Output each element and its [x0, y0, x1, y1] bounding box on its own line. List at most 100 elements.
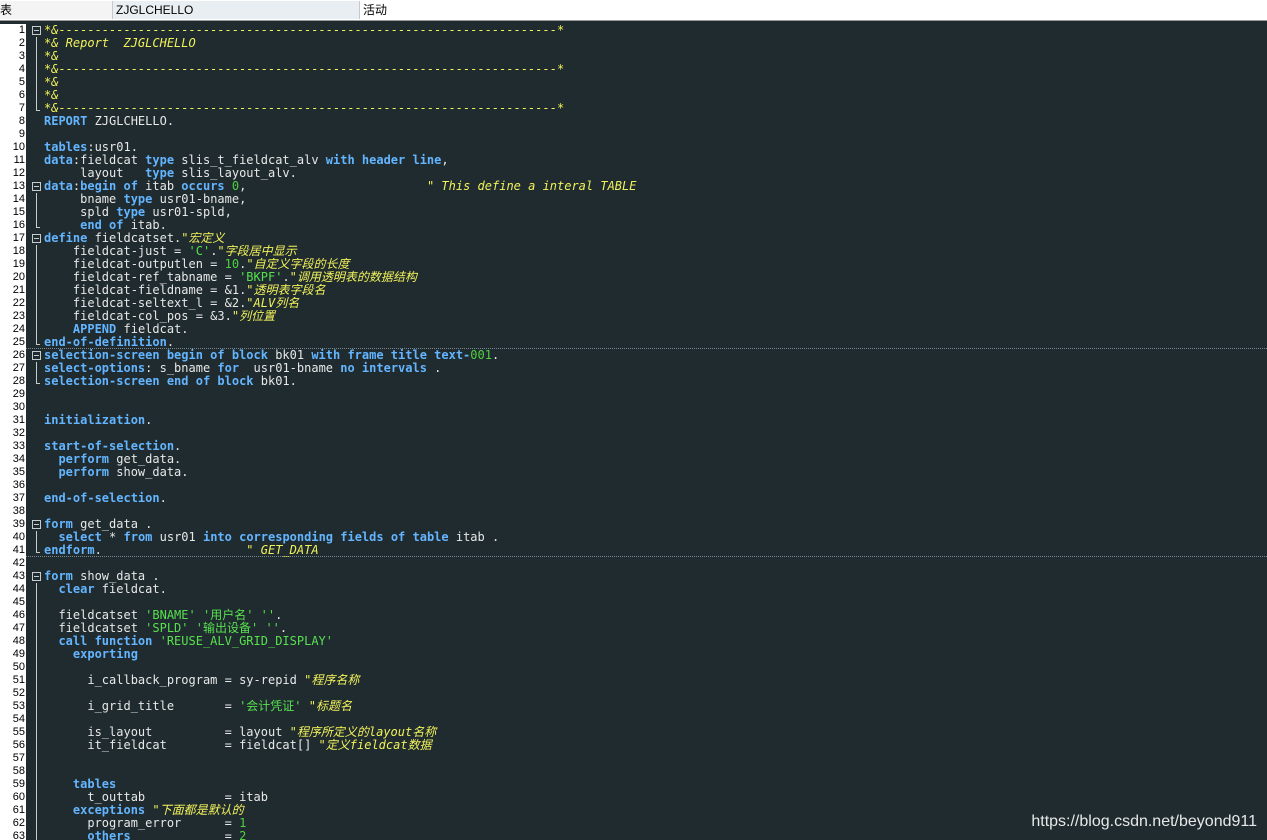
code-text: fieldcat-col_pos = &3.	[44, 309, 232, 323]
code-line[interactable]: 34 perform get_data.	[0, 453, 1267, 466]
code-text: itab	[137, 179, 182, 193]
code-line[interactable]: 58	[0, 765, 1267, 778]
code-line[interactable]: 28 selection-screen end of block bk01.	[0, 375, 1267, 388]
code-line[interactable]: 8 REPORT ZJGLCHELLO.	[0, 115, 1267, 128]
code-string: 'C'	[188, 244, 211, 258]
code-line[interactable]: 44 clear fieldcat.	[0, 583, 1267, 596]
line-number: 8	[0, 115, 26, 128]
code-line[interactable]: 31 initialization.	[0, 414, 1267, 427]
code-line[interactable]: 56 it_fieldcat = fieldcat[] "定义fieldcat数…	[0, 739, 1267, 752]
code-line[interactable]: 5 *&	[0, 76, 1267, 89]
code-keyword: start-of-selection	[44, 439, 175, 453]
code-line[interactable]: 23 fieldcat-col_pos = &3."列位置	[0, 310, 1267, 323]
code-text: get_data.	[109, 452, 182, 466]
fold-guide	[30, 245, 42, 258]
code-keyword: for	[217, 361, 240, 375]
code-line[interactable]: 33 start-of-selection.	[0, 440, 1267, 453]
code-line[interactable]: 42	[0, 557, 1267, 570]
line-number: 3	[0, 50, 26, 63]
code-line[interactable]: 30	[0, 401, 1267, 414]
code-text: .	[145, 413, 153, 427]
code-line[interactable]: 29	[0, 388, 1267, 401]
code-keyword: end of	[80, 218, 124, 232]
collapse-block-icon[interactable]	[30, 232, 42, 245]
code-text: .	[279, 621, 288, 635]
code-text: =	[130, 829, 240, 840]
code-line[interactable]: 43 form show_data .	[0, 570, 1267, 583]
collapse-block-icon[interactable]	[30, 518, 42, 531]
code-line[interactable]: 7 *&-------------------------------------…	[0, 102, 1267, 115]
collapse-block-icon[interactable]	[30, 349, 42, 362]
code-line[interactable]: 36	[0, 479, 1267, 492]
line-number: 42	[0, 557, 26, 570]
line-number: 38	[0, 505, 26, 518]
code-string: '用户名'	[202, 608, 254, 622]
code-line[interactable]: 4 *&-------------------------------------…	[0, 63, 1267, 76]
code-text: bk01	[267, 348, 312, 362]
fold-guide	[30, 531, 42, 544]
code-keyword: from	[123, 530, 153, 544]
line-number: 24	[0, 323, 26, 336]
code-text: fieldcat-fieldname = &1.	[44, 283, 247, 297]
line-number: 51	[0, 674, 26, 687]
collapse-block-icon[interactable]	[30, 180, 42, 193]
fold-guide	[30, 583, 42, 596]
code-line[interactable]: 24 APPEND fieldcat.	[0, 323, 1267, 336]
code-keyword: endform	[44, 543, 95, 557]
fold-guide	[30, 76, 42, 89]
code-line[interactable]: 48 call function 'REUSE_ALV_GRID_DISPLAY…	[0, 635, 1267, 648]
line-number: 21	[0, 284, 26, 297]
line-number: 12	[0, 167, 26, 180]
code-keyword: type	[116, 205, 146, 219]
fold-guide	[30, 219, 42, 232]
line-number: 60	[0, 791, 26, 804]
code-keyword: type	[145, 153, 175, 167]
code-line[interactable]: 9	[0, 128, 1267, 141]
collapse-block-icon[interactable]	[30, 570, 42, 583]
code-line[interactable]: 37 end-of-selection.	[0, 492, 1267, 505]
code-line[interactable]: 41 endform. " GET_DATA	[0, 544, 1267, 557]
code-text: fieldcatset	[44, 608, 146, 622]
code-text: fieldcat-seltext_l = &2.	[44, 296, 247, 310]
code-content: others = 2	[44, 830, 246, 840]
fold-guide	[30, 193, 42, 206]
code-content: i_callback_program = sy-repid "程序名称	[44, 674, 359, 687]
line-number: 59	[0, 778, 26, 791]
fold-guide	[30, 89, 42, 102]
fold-guide	[30, 687, 42, 700]
code-text: fieldcatset.	[87, 231, 182, 245]
code-comment: *&--------------------------------------…	[44, 101, 565, 115]
code-line[interactable]: 38	[0, 505, 1267, 518]
code-keyword: APPEND	[72, 322, 117, 336]
code-comment: "调用透明表的数据结构	[289, 270, 417, 284]
line-number: 52	[0, 687, 26, 700]
program-name-field[interactable]: ZJGLCHELLO	[113, 1, 360, 19]
line-number: 58	[0, 765, 26, 778]
code-content: initialization.	[44, 414, 152, 427]
collapse-block-icon[interactable]	[30, 24, 42, 37]
code-line[interactable]: 63 others = 2	[0, 830, 1267, 840]
code-comment: "程序所定义的layout名称	[289, 725, 437, 739]
abap-code-editor[interactable]: 1 *&-------------------------------------…	[0, 22, 1267, 840]
line-number: 39	[0, 518, 26, 531]
code-line[interactable]: 53 i_grid_title = '会计凭证' "标题名	[0, 700, 1267, 713]
code-content: end-of-selection.	[44, 492, 167, 505]
code-line[interactable]: 2 *& Report ZJGLCHELLO	[0, 37, 1267, 50]
code-line[interactable]: 51 i_callback_program = sy-repid "程序名称	[0, 674, 1267, 687]
code-line[interactable]: 49 exporting	[0, 648, 1267, 661]
code-line[interactable]: 15 spld type usr01-spld,	[0, 206, 1267, 219]
line-number: 26	[0, 349, 26, 362]
code-line[interactable]: 35 perform show_data.	[0, 466, 1267, 479]
code-keyword: tables	[44, 140, 88, 154]
code-line[interactable]: 57	[0, 752, 1267, 765]
code-text: .	[174, 439, 182, 453]
code-content: *& Report ZJGLCHELLO	[44, 37, 196, 50]
code-line[interactable]: 32	[0, 427, 1267, 440]
code-text: fieldcat-ref_tabname =	[44, 270, 240, 284]
code-comment: "列位置	[231, 309, 276, 323]
